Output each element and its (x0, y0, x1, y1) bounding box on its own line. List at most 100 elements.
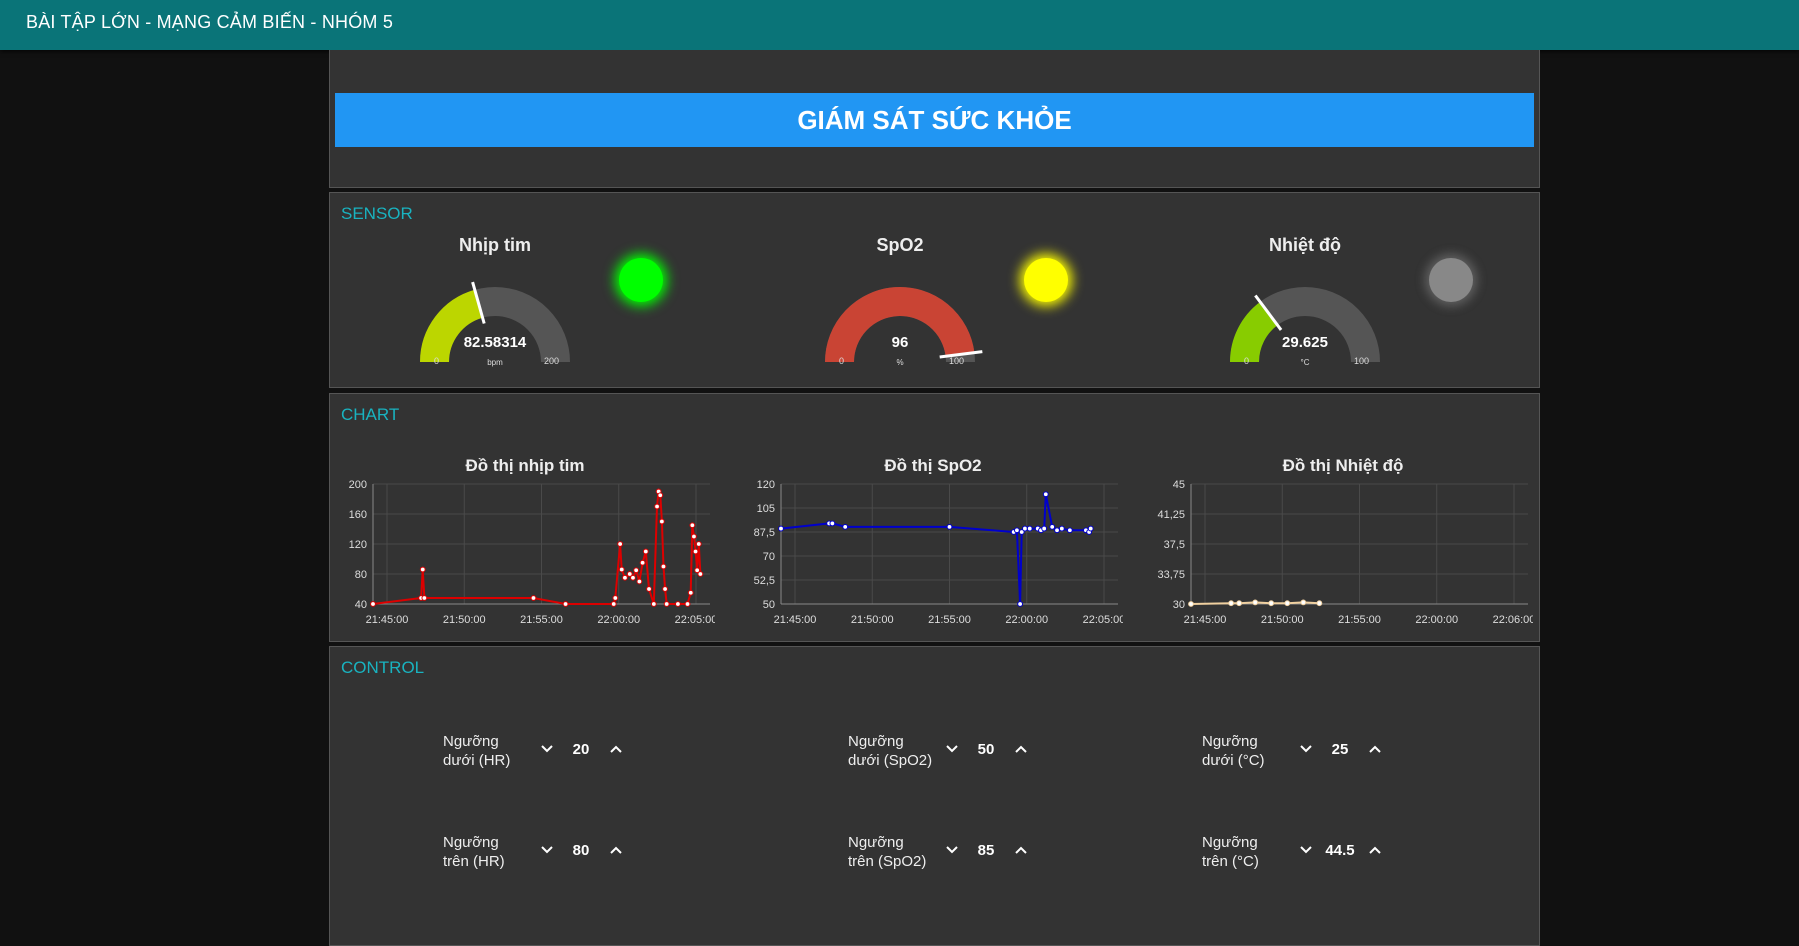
data-point (778, 525, 784, 532)
x-tick-label: 21:50:00 (443, 614, 486, 626)
gauge-title: SpO2 (876, 235, 924, 255)
chevron-down-icon[interactable] (538, 740, 556, 758)
data-point (1026, 525, 1033, 532)
chevron-up-icon[interactable] (1012, 841, 1030, 859)
data-point (622, 574, 628, 581)
data-point (697, 571, 704, 577)
temperature-gauge: Nhiệt độ 29.625 °C 0 100 (1200, 231, 1410, 381)
x-tick-label: 22:00:00 (1415, 614, 1458, 626)
spo2-gauge: SpO2 96 % 0 100 (795, 231, 1005, 381)
data-point (1054, 527, 1060, 534)
x-tick-label: 21:45:00 (1184, 614, 1227, 626)
gauge-dial (1230, 287, 1380, 363)
chevron-up-icon[interactable] (1012, 740, 1030, 758)
threshold-label: Ngưỡng trên (°C) (1202, 833, 1292, 871)
gauge-unit: % (896, 358, 904, 367)
chevron-down-icon[interactable] (943, 841, 961, 859)
heart-rate-chart: Đồ thị nhịp tim 40 80 120 160 200 21:45:00 21:… (335, 456, 715, 636)
gauge-dial (825, 287, 983, 363)
header-group: GIÁM SÁT SỨC KHỎE (329, 50, 1540, 188)
chart-group-label: CHART (341, 405, 400, 424)
threshold-label-line2: trên (SpO2) (848, 853, 927, 870)
y-tick-label: 70 (763, 551, 775, 563)
y-tick-label: 52,5 (754, 575, 775, 587)
x-tick-label: 21:55:00 (520, 614, 563, 626)
chart-group: CHART Đồ thị nhịp tim 40 80 120 160 200 21:45… (329, 393, 1540, 642)
threshold-label-line1: Ngưỡng (443, 834, 499, 851)
threshold-label-line1: Ngưỡng (848, 834, 904, 851)
chevron-up-icon[interactable] (1366, 841, 1384, 859)
temperature-lower-threshold: Ngưỡng dưới (°C) 25 (1202, 729, 1382, 773)
data-point (663, 601, 670, 607)
chevron-down-icon[interactable] (1297, 740, 1315, 758)
y-tick-label: 105 (757, 503, 775, 515)
data-point (370, 601, 376, 607)
page-banner: GIÁM SÁT SỨC KHỎE (335, 93, 1534, 147)
threshold-label-line1: Ngưỡng (443, 733, 499, 750)
chevron-down-icon[interactable] (943, 740, 961, 758)
y-tick-label: 87,5 (754, 527, 775, 539)
x-tick-label: 21:55:00 (1338, 614, 1381, 626)
gauge-fill (420, 289, 484, 363)
spo2-lower-threshold: Ngưỡng dưới (SpO2) 50 (848, 729, 1028, 773)
data-point (636, 578, 643, 585)
hr-upper-threshold: Ngưỡng trên (HR) 80 (443, 830, 623, 874)
data-point (1236, 600, 1243, 607)
x-tick-label: 21:45:00 (774, 614, 817, 626)
gauge-unit: °C (1300, 358, 1310, 367)
y-tick-label: 120 (757, 479, 775, 491)
control-group: CONTROL Ngưỡng dưới (HR) 20 Ngưỡng dưới (S… (329, 646, 1540, 946)
gauge-min: 0 (1244, 356, 1250, 366)
data-point (1066, 527, 1073, 534)
gauge-title: Nhiệt độ (1269, 235, 1341, 255)
spo2-chart: Đồ thị SpO2 50 52,5 70 87,5 105 120 21:45:00 21… (743, 456, 1123, 636)
gauge-max: 100 (949, 356, 965, 366)
data-point (1014, 527, 1020, 534)
gauge-dial (420, 281, 570, 363)
y-tick-label: 50 (763, 599, 775, 611)
threshold-label: Ngưỡng dưới (SpO2) (848, 732, 938, 770)
y-tick-label: 30 (1173, 599, 1185, 611)
chart-title: Đồ thị Nhiệt độ (1282, 456, 1404, 475)
threshold-label-line2: trên (°C) (1202, 853, 1259, 870)
data-point (675, 601, 681, 607)
data-point (1252, 599, 1259, 606)
gauge-unit: bpm (487, 358, 503, 367)
threshold-label: Ngưỡng trên (HR) (443, 833, 533, 871)
data-point (1049, 523, 1056, 530)
data-point (1058, 525, 1065, 532)
threshold-label-line2: dưới (HR) (443, 752, 511, 769)
data-point (1188, 601, 1194, 607)
threshold-value: 20 (572, 741, 590, 758)
chevron-down-icon[interactable] (1297, 841, 1315, 859)
data-point (1268, 600, 1275, 607)
data-point (646, 586, 652, 592)
data-point (687, 589, 694, 596)
chevron-up-icon[interactable] (607, 841, 625, 859)
data-point (691, 533, 697, 540)
chart-title: Đồ thị SpO2 (884, 456, 982, 475)
top-app-bar: BÀI TẬP LỚN - MẠNG CẢM BIẾN - NHÓM 5 (0, 0, 1799, 50)
chevron-up-icon[interactable] (1366, 740, 1384, 758)
data-point (654, 503, 660, 510)
temperature-status-led (1429, 258, 1473, 302)
data-point (1042, 491, 1049, 498)
data-point (1316, 600, 1323, 607)
threshold-value: 50 (977, 741, 995, 758)
chart-plot: 30 33,75 37,5 41,25 45 21:45:00 21:50:00 21:55:… (1157, 479, 1533, 626)
y-tick-label: 120 (349, 539, 367, 551)
data-point (1041, 525, 1048, 532)
data-point (612, 595, 619, 601)
data-point (419, 566, 426, 573)
data-point (530, 595, 537, 601)
chevron-up-icon[interactable] (607, 740, 625, 758)
spo2-upper-threshold: Ngưỡng trên (SpO2) 85 (848, 830, 1028, 874)
y-tick-label: 80 (355, 569, 367, 581)
threshold-label-line2: dưới (°C) (1202, 752, 1265, 769)
data-point (689, 522, 696, 529)
data-point (630, 574, 636, 581)
series-line (780, 494, 1092, 605)
data-point (610, 601, 617, 607)
x-tick-label: 21:45:00 (366, 614, 409, 626)
chevron-down-icon[interactable] (538, 841, 556, 859)
